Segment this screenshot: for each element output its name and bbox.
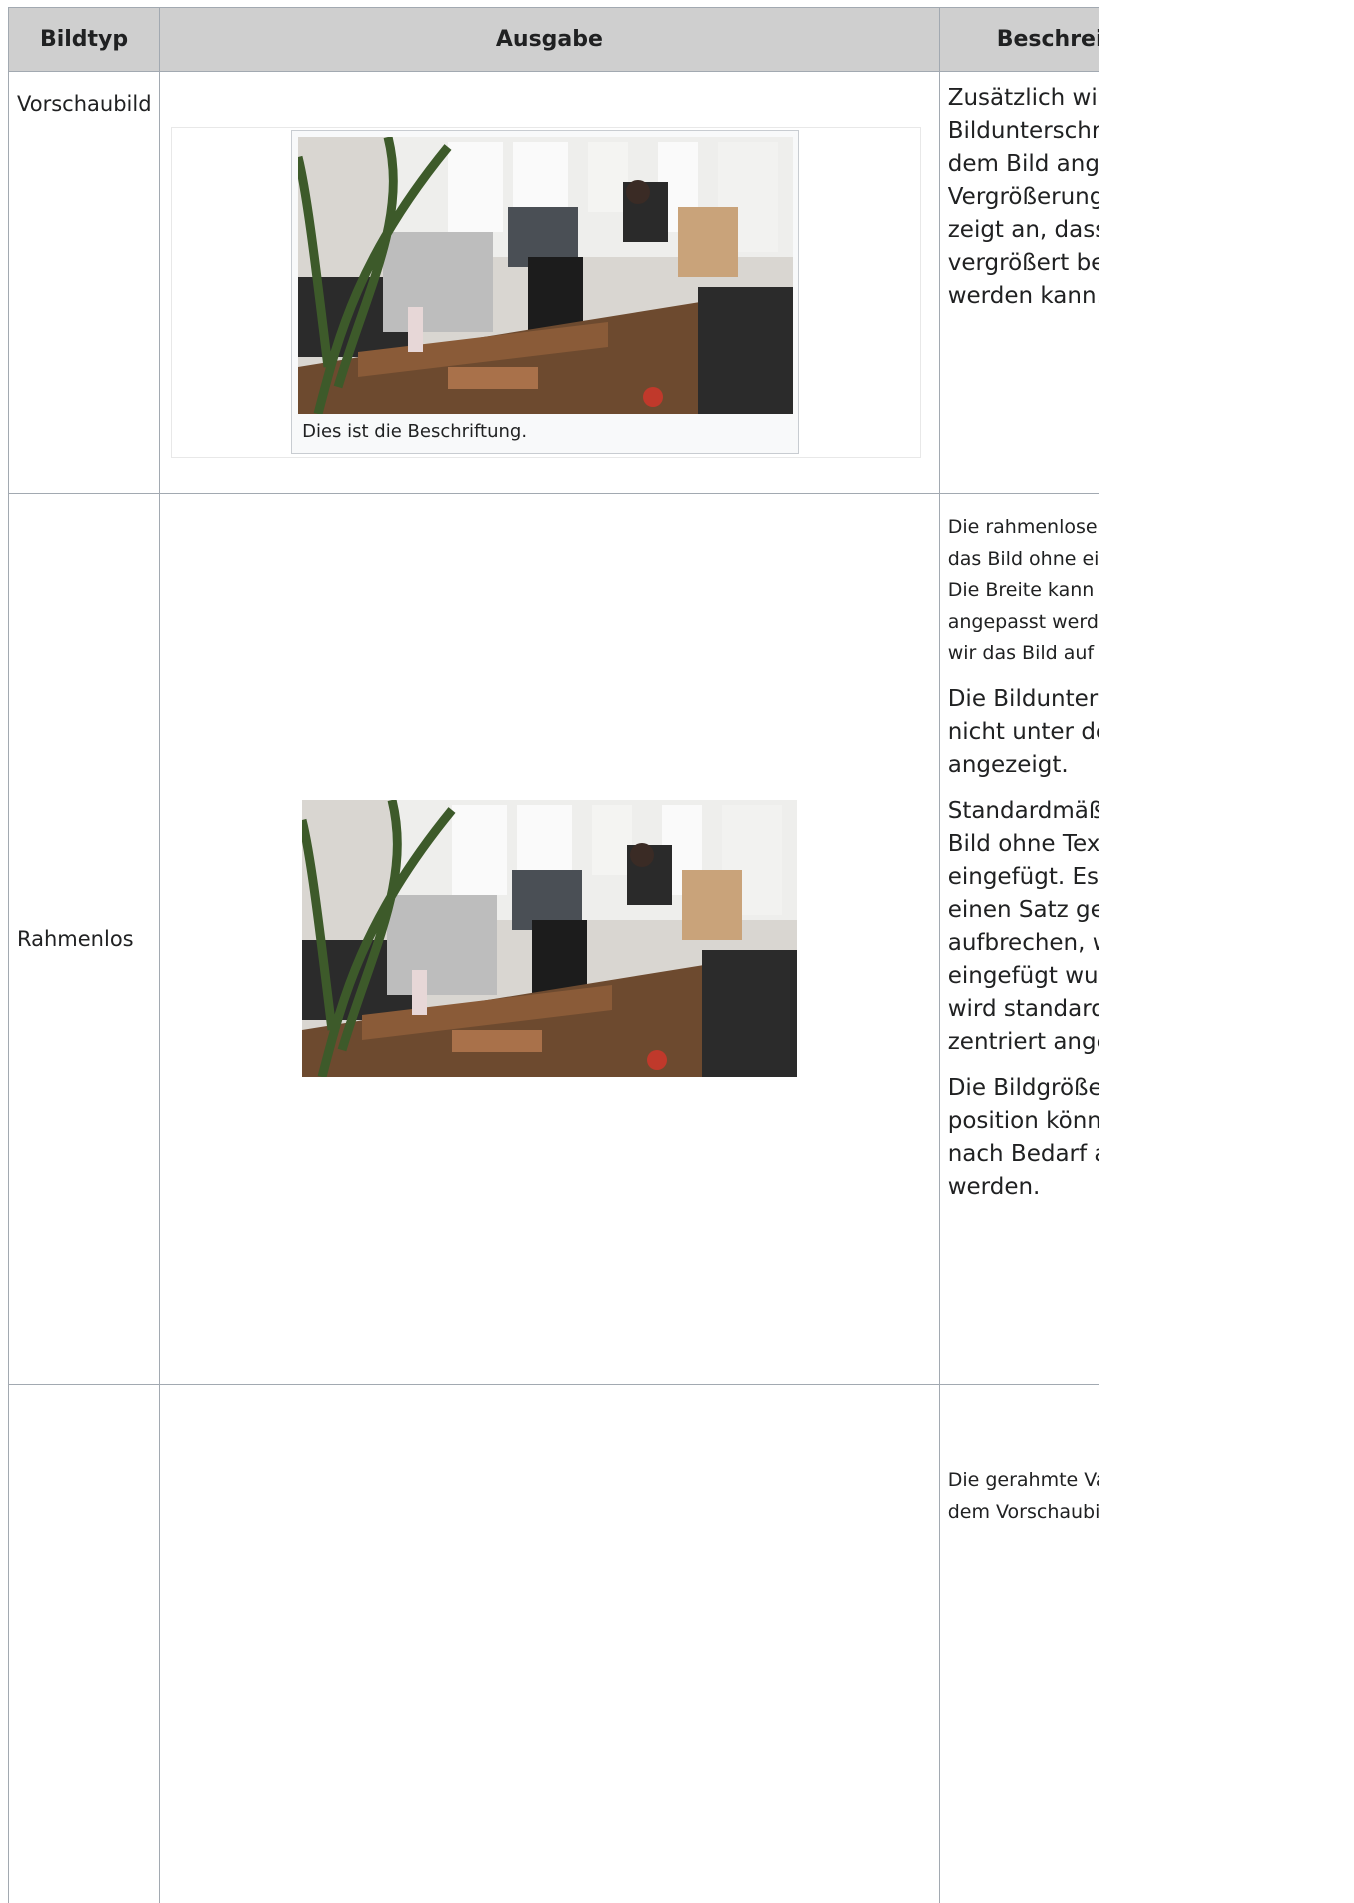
thumbnail-box: Dies ist die Beschriftung. [291, 130, 800, 454]
image-types-table: Bildtyp Ausgabe Beschreibung Vorschaubil… [7, 7, 1099, 1903]
description-text: Die Bildgröße und -position können jedoc… [947, 1074, 1099, 1200]
frameless-image-link[interactable] [302, 800, 798, 1077]
thumbnail-frame: Dies ist die Beschriftung. [171, 127, 921, 458]
description-cell: Zusätzlich wird eine Bildunterschrift un… [938, 71, 1099, 494]
page-viewport: Bildtyp Ausgabe Beschreibung Vorschaubil… [0, 0, 1099, 1903]
table-row: Rahmenlos Die rahmenlose das Bild ohne e… [7, 493, 1099, 1385]
description-text: Die Bildunterschrift wird nicht unter de… [947, 685, 1099, 778]
office-photo [298, 137, 794, 414]
header-beschreibung: Beschreibung [938, 7, 1099, 72]
thumbnail-image-link[interactable] [298, 137, 794, 414]
table-header-row: Bildtyp Ausgabe Beschreibung [7, 7, 1099, 72]
header-bildtyp: Bildtyp [7, 7, 161, 72]
output-cell [159, 1384, 940, 1903]
output-cell: Dies ist die Beschriftung. [159, 71, 940, 494]
header-ausgabe: Ausgabe [159, 7, 940, 72]
description-text: Die rahmenlose Option zeigt das Bild ohn… [947, 516, 1099, 664]
table-row: Vorschaubild Dies ist die Beschriftung. … [7, 71, 1099, 494]
output-cell [159, 493, 940, 1385]
table-row: Die gerahmte Variante ähnelt dem Vorscha… [7, 1384, 1099, 1903]
row-type-label: Rahmenlos [7, 493, 161, 1385]
thumbnail-caption: Dies ist die Beschriftung. [302, 421, 528, 442]
office-photo [302, 800, 798, 1077]
description-text: Zusätzlich wird eine Bildunterschrift un… [947, 85, 1099, 309]
description-cell: Die rahmenlose Option zeigt das Bild ohn… [938, 493, 1099, 1385]
row-type-label: Vorschaubild [7, 71, 161, 494]
description-cell: Die gerahmte Variante ähnelt dem Vorscha… [938, 1384, 1099, 1903]
row-type-label [7, 1384, 161, 1903]
description-text: Die gerahmte Variante ähnelt dem Vorscha… [947, 1469, 1099, 1523]
description-text: Standardmäßig wird das Bild ohne Textumb… [947, 797, 1099, 1055]
